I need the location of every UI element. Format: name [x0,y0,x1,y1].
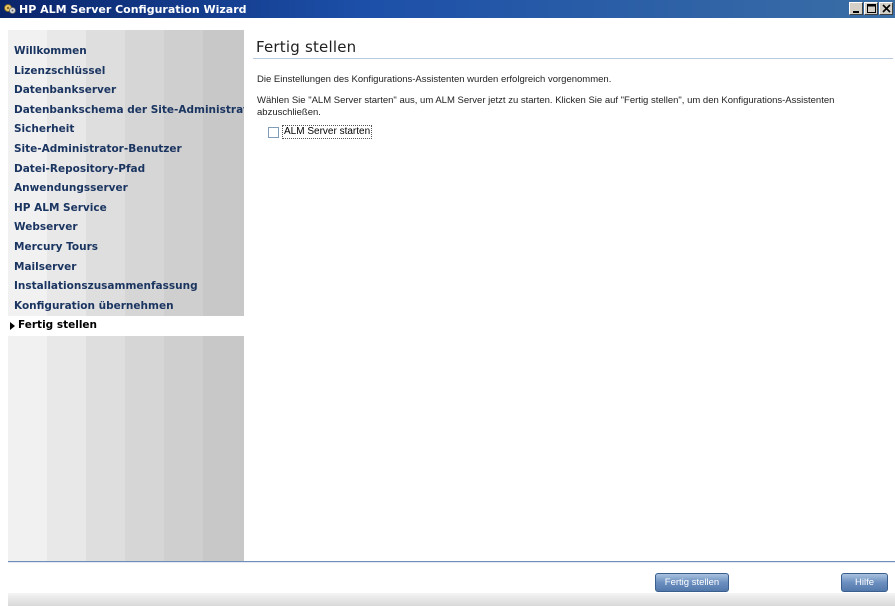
sidebar-item-label: Datenbankschema der Site-Administration [14,103,244,116]
sidebar-item-label: Datei-Repository-Pfad [14,162,146,175]
sidebar-item-konfiguration-uebernehmen[interactable]: Konfiguration übernehmen [8,297,244,317]
sidebar-item-label: HP ALM Service [14,201,107,214]
sidebar-item-fertig-stellen[interactable]: Fertig stellen [8,316,244,336]
hp-alm-app-icon [3,2,17,16]
start-alm-server-checkbox[interactable] [268,126,279,138]
main-panel: Fertig stellen Die Einstellungen des Kon… [245,30,895,561]
sidebar-item-label: Lizenzschlüssel [14,64,106,77]
sidebar-item-mercury-tours[interactable]: Mercury Tours [8,238,244,258]
sidebar-item-anwendungsserver[interactable]: Anwendungsserver [8,179,244,199]
current-step-arrow-icon [10,322,15,331]
finish-button[interactable]: Fertig stellen [655,573,729,592]
sidebar-item-label: Konfiguration übernehmen [14,299,174,312]
sidebar-item-label: Mailserver [14,260,77,273]
sidebar-item-sicherheit[interactable]: Sicherheit [8,120,244,140]
sidebar-item-mailserver[interactable]: Mailserver [8,258,244,278]
sidebar-item-lizenzschluessel[interactable]: Lizenzschlüssel [8,62,244,82]
sidebar-item-hp-alm-service[interactable]: HP ALM Service [8,199,244,219]
sidebar-item-webserver[interactable]: Webserver [8,218,244,238]
sidebar-item-willkommen[interactable]: Willkommen [8,42,244,62]
minimize-button[interactable] [849,2,863,15]
sidebar-item-datenbankschema[interactable]: Datenbankschema der Site-Administration [8,101,244,121]
wizard-footer: Fertig stellen Hilfe [8,563,895,606]
sidebar-item-label: Site-Administrator-Benutzer [14,142,182,155]
footer-bottom-band [8,593,895,606]
close-icon [881,4,891,13]
sidebar-item-label: Installationszusammenfassung [14,280,198,293]
wizard-steps-sidebar: Willkommen Lizenzschlüssel Datenbankserv… [8,30,244,561]
title-divider [253,58,893,59]
window-titlebar[interactable]: HP ALM Server Configuration Wizard [0,0,895,18]
minimize-icon [853,10,859,13]
sidebar-item-label: Fertig stellen [18,319,98,332]
maximize-button[interactable] [864,2,878,15]
window-title: HP ALM Server Configuration Wizard [19,2,247,16]
sidebar-item-label: Sicherheit [14,123,75,136]
sidebar-item-datenbankserver[interactable]: Datenbankserver [8,81,244,101]
sidebar-item-label: Anwendungsserver [14,182,128,195]
sidebar-item-label: Willkommen [14,45,87,57]
maximize-icon [866,4,876,13]
sidebar-item-installationszusammenfassung[interactable]: Installationszusammenfassung [8,277,244,297]
start-alm-server-option[interactable]: ALM Server starten [268,125,373,139]
help-button[interactable]: Hilfe [841,573,888,592]
sidebar-item-label: Webserver [14,221,78,234]
sidebar-item-label: Datenbankserver [14,84,117,97]
instruction-message: Wählen Sie "ALM Server starten" aus, um … [257,95,835,118]
start-alm-server-label[interactable]: ALM Server starten [282,125,373,139]
sidebar-item-label: Mercury Tours [14,240,99,253]
page-title: Fertig stellen [256,38,357,56]
wizard-steps-list: Willkommen Lizenzschlüssel Datenbankserv… [8,30,244,336]
sidebar-item-site-administrator-benutzer[interactable]: Site-Administrator-Benutzer [8,140,244,160]
window-controls [848,2,893,15]
sidebar-item-datei-repository-pfad[interactable]: Datei-Repository-Pfad [8,160,244,180]
close-button[interactable] [879,2,893,15]
success-message: Die Einstellungen des Konfigurations-Ass… [257,74,612,85]
